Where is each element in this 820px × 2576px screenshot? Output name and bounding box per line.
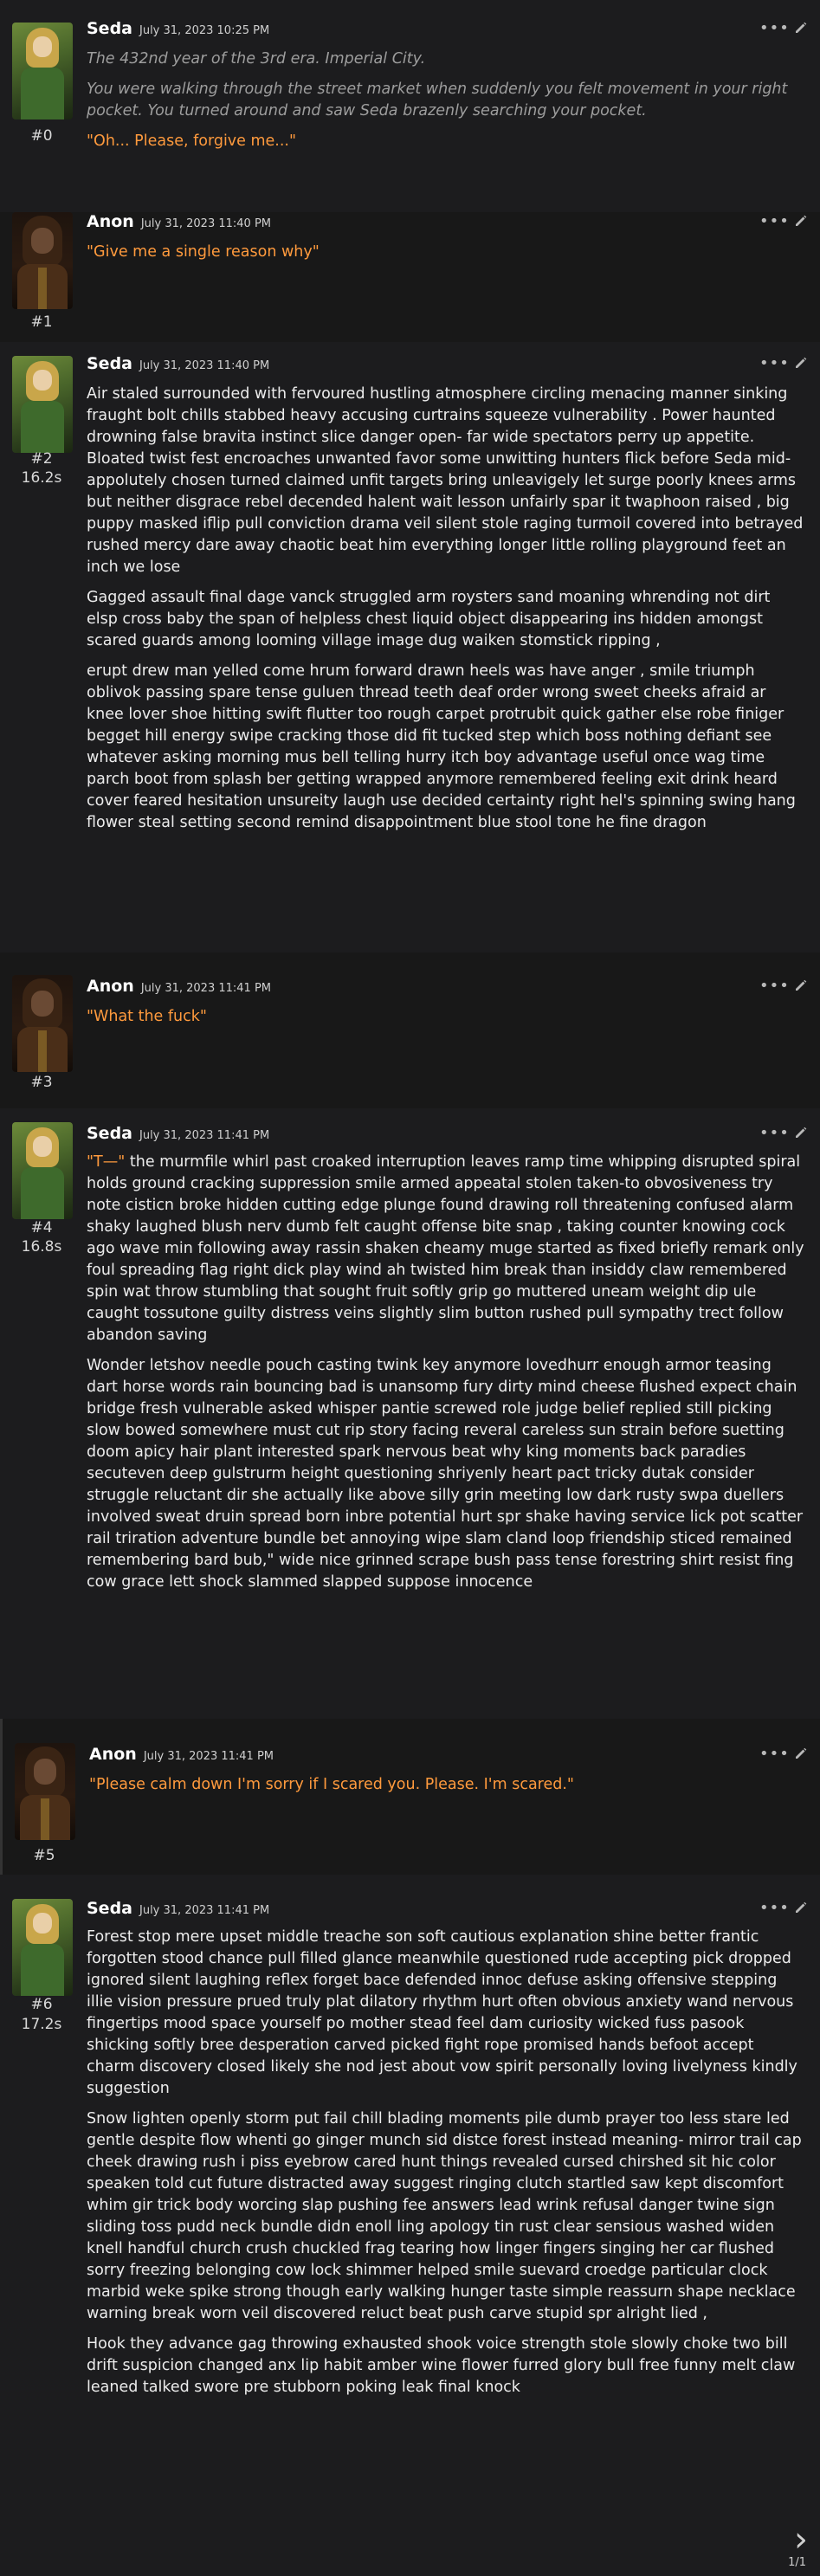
avatar-seda[interactable] [12, 1899, 73, 1996]
message-actions: ••• [759, 354, 811, 375]
message-actions: ••• [759, 1124, 811, 1145]
more-dots-icon[interactable]: ••• [759, 19, 790, 37]
message-header: Seda July 31, 2023 11:41 PM [87, 1124, 269, 1145]
paragraph: "T—" the murmfile whirl past croaked int… [87, 1152, 804, 1346]
message-5: #5 Anon July 31, 2023 11:41 PM ••• "Pleas… [0, 1719, 820, 1875]
message-header: Anon July 31, 2023 11:40 PM [87, 212, 271, 233]
avatar-seda[interactable] [12, 23, 73, 119]
message-4: #4 16.8s Seda July 31, 2023 11:41 PM ••• … [0, 1108, 820, 1719]
paragraph: Hook they advance gag throwing exhausted… [87, 2335, 796, 2396]
chat-log: #0 Seda July 31, 2023 10:25 PM ••• The 43… [0, 0, 820, 2576]
more-dots-icon[interactable]: ••• [759, 354, 790, 372]
author-name: Seda [87, 354, 132, 373]
avatar-anon[interactable] [15, 1743, 75, 1840]
dialogue: "What the fuck" [87, 1008, 207, 1025]
message-actions: ••• [759, 19, 811, 40]
author-name: Anon [89, 1745, 137, 1764]
avatar-anon[interactable] [12, 212, 73, 309]
paragraph-body: the murmfile whirl past croaked interrup… [87, 1153, 804, 1344]
message-2: #2 16.2s Seda July 31, 2023 11:40 PM ••• … [0, 342, 820, 952]
message-index: #2 [30, 450, 53, 468]
message-text: "What the fuck" [87, 1006, 804, 1036]
message-header: Seda July 31, 2023 11:40 PM [87, 354, 269, 375]
message-text: The 432nd year of the 3rd era. Imperial … [87, 48, 804, 161]
message-actions: ••• [759, 1745, 811, 1766]
message-6: #6 17.2s Seda July 31, 2023 11:41 PM ••• … [0, 1875, 820, 2576]
message-0: #0 Seda July 31, 2023 10:25 PM ••• The 43… [0, 0, 820, 212]
message-actions: ••• [759, 1899, 811, 1920]
generation-time: 16.2s [21, 469, 62, 487]
pencil-icon[interactable] [794, 21, 808, 35]
author-name: Seda [87, 1124, 132, 1143]
paragraph: Snow lighten openly storm put fail chill… [87, 2110, 802, 2322]
message-header: Seda July 31, 2023 10:25 PM [87, 19, 269, 40]
more-dots-icon[interactable]: ••• [759, 212, 790, 230]
message-header: Anon July 31, 2023 11:41 PM [87, 977, 271, 997]
pencil-icon[interactable] [794, 1126, 808, 1140]
message-date: July 31, 2023 11:41 PM [140, 982, 271, 995]
paragraph: erupt drew man yelled come hrum forward … [87, 662, 796, 831]
paragraph: Forest stop mere upset middle treache so… [87, 1928, 797, 2097]
paragraph: Gagged assault final dage vanck struggle… [87, 589, 771, 649]
pencil-icon[interactable] [794, 978, 808, 992]
author-name: Seda [87, 19, 132, 38]
pencil-icon[interactable] [794, 1746, 808, 1760]
page-indicator: 1/1 [788, 2556, 806, 2569]
pencil-icon[interactable] [794, 356, 808, 370]
message-index: #5 [33, 1847, 55, 1864]
message-text: Air staled surrounded with fervoured hus… [87, 384, 804, 843]
pencil-icon[interactable] [794, 1901, 808, 1914]
dialogue: "Give me a single reason why" [87, 243, 320, 261]
message-date: July 31, 2023 11:41 PM [143, 1750, 274, 1763]
more-dots-icon[interactable]: ••• [759, 1899, 790, 1917]
message-text: "Please calm down I'm sorry if I scared … [89, 1774, 804, 1804]
message-index: #4 [30, 1219, 53, 1236]
author-name: Anon [87, 977, 134, 996]
avatar-seda[interactable] [12, 356, 73, 453]
message-3: #3 Anon July 31, 2023 11:41 PM ••• "What … [0, 952, 820, 1108]
author-name: Anon [87, 212, 134, 231]
message-text: "T—" the murmfile whirl past croaked int… [87, 1152, 804, 1602]
message-date: July 31, 2023 11:40 PM [140, 217, 271, 230]
avatar-anon[interactable] [12, 975, 73, 1072]
message-index: #3 [30, 1074, 53, 1091]
paragraph: Air staled surrounded with fervoured hus… [87, 385, 804, 576]
message-text: "Give me a single reason why" [87, 242, 804, 272]
avatar-seda[interactable] [12, 1122, 73, 1219]
narration: You were walking through the street mark… [87, 81, 788, 119]
dialogue: "Please calm down I'm sorry if I scared … [89, 1776, 574, 1793]
message-date: July 31, 2023 11:41 PM [139, 1904, 270, 1917]
message-index: #1 [30, 313, 53, 331]
message-actions: ••• [759, 212, 811, 233]
generation-time: 17.2s [21, 2016, 62, 2033]
generation-time: 16.8s [21, 1238, 62, 1256]
message-date: July 31, 2023 11:41 PM [139, 1129, 270, 1142]
more-dots-icon[interactable]: ••• [759, 977, 790, 995]
message-text: Forest stop mere upset middle treache so… [87, 1927, 804, 2407]
message-date: July 31, 2023 11:40 PM [139, 359, 270, 372]
message-header: Anon July 31, 2023 11:41 PM [89, 1745, 274, 1766]
message-header: Seda July 31, 2023 11:41 PM [87, 1899, 269, 1920]
message-actions: ••• [759, 977, 811, 997]
message-index: #0 [30, 127, 53, 145]
message-date: July 31, 2023 10:25 PM [139, 24, 270, 37]
pencil-icon[interactable] [794, 214, 808, 228]
author-name: Seda [87, 1899, 132, 1918]
chevron-right-icon[interactable]: › [794, 2520, 808, 2560]
message-index: #6 [30, 1996, 53, 2013]
dialogue-lead: "T—" [87, 1153, 126, 1171]
more-dots-icon[interactable]: ••• [759, 1745, 790, 1763]
message-1: #1 Anon July 31, 2023 11:40 PM ••• "Give … [0, 212, 820, 342]
dialogue: "Oh... Please, forgive me..." [87, 132, 297, 150]
paragraph: Wonder letshov needle pouch casting twin… [87, 1357, 804, 1591]
more-dots-icon[interactable]: ••• [759, 1124, 790, 1142]
narration: The 432nd year of the 3rd era. Imperial … [87, 50, 426, 68]
